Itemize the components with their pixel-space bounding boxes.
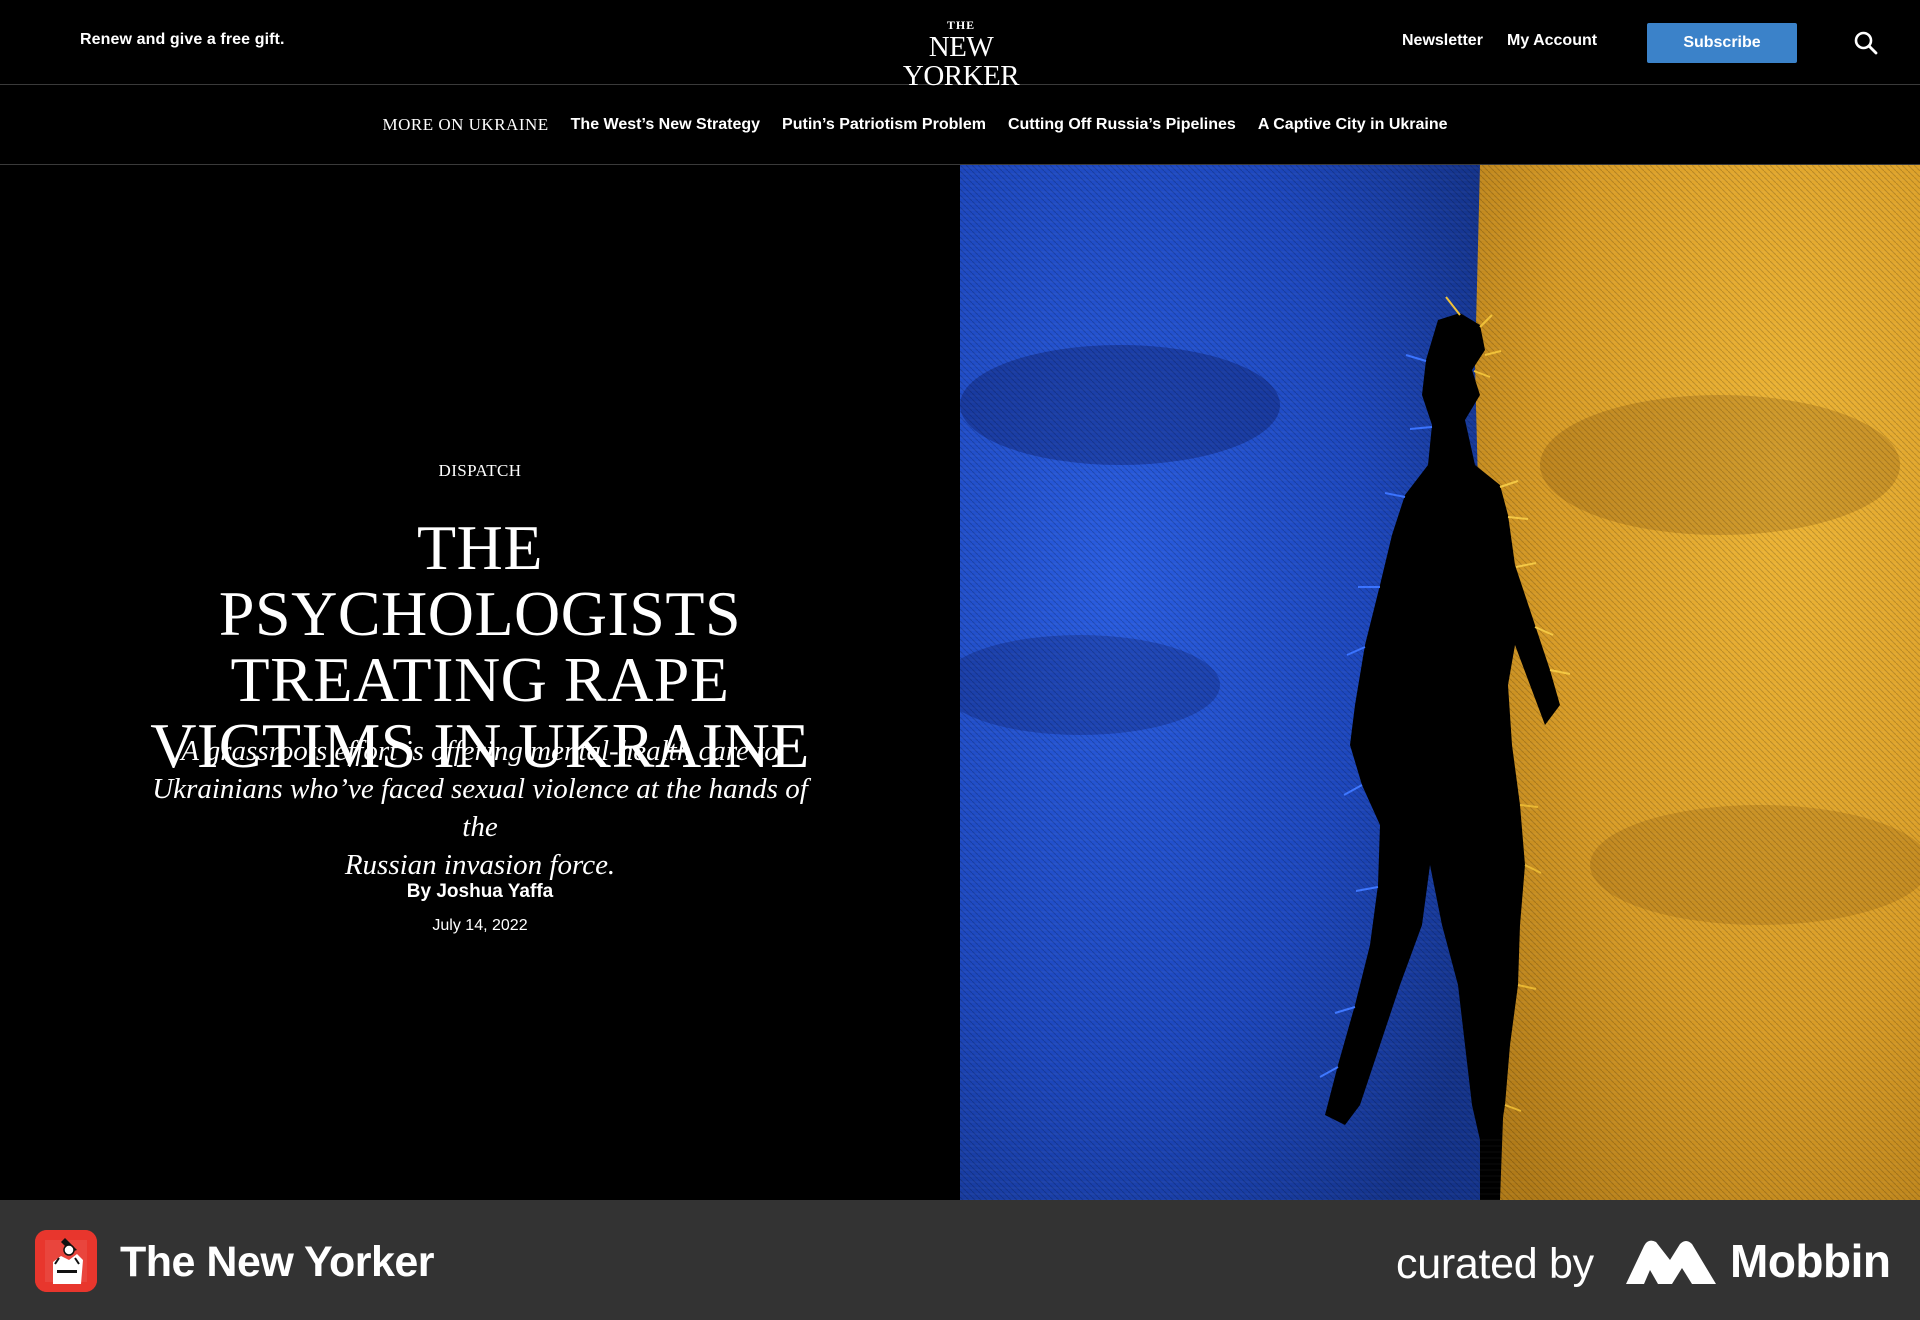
my-account-link[interactable]: My Account xyxy=(1507,32,1597,50)
curated-by-label: curated by xyxy=(1396,1240,1594,1288)
attribution-bar: The New Yorker curated by Mobbin xyxy=(0,1200,1920,1320)
subnav-item-cutting-off-pipelines[interactable]: Cutting Off Russia’s Pipelines xyxy=(1008,116,1236,134)
hero-text-panel: Dispatch The Psychologists Treating Rape… xyxy=(0,165,960,1200)
headline-line: The Psychologists xyxy=(218,512,742,649)
article-hero: Dispatch The Psychologists Treating Rape… xyxy=(0,165,1920,1200)
subnav-inner: More on Ukraine The West’s New Strategy … xyxy=(382,115,1447,135)
dek-line: A grassroots effort is offering mental-h… xyxy=(181,735,779,767)
hero-illustration xyxy=(960,165,1920,1200)
subnav-item-captive-city[interactable]: A Captive City in Ukraine xyxy=(1258,116,1448,134)
article-rubric[interactable]: Dispatch xyxy=(0,461,960,481)
renew-gift-link[interactable]: Renew and give a free gift. xyxy=(80,31,285,49)
top-header: Renew and give a free gift. THE NEW YORK… xyxy=(0,0,1920,91)
subscribe-button[interactable]: Subscribe xyxy=(1647,23,1797,63)
subnav-item-putins-patriotism-problem[interactable]: Putin’s Patriotism Problem xyxy=(782,116,986,134)
app-name: The New Yorker xyxy=(120,1238,435,1286)
newsletter-link[interactable]: Newsletter xyxy=(1402,32,1483,50)
subnav-label: More on Ukraine xyxy=(382,115,549,134)
new-yorker-app-icon xyxy=(35,1230,97,1292)
dek-line: Russian invasion force. xyxy=(344,849,616,881)
headline-line: Treating Rape xyxy=(230,644,730,715)
torn-flag-figure-image xyxy=(960,165,1920,1200)
mobbin-brand: Mobbin xyxy=(1730,1235,1891,1287)
author-link[interactable]: Joshua Yaffa xyxy=(436,881,553,902)
subnav-item-wests-new-strategy[interactable]: The West’s New Strategy xyxy=(571,116,760,134)
mobbin-logo-icon xyxy=(1626,1238,1716,1284)
logo-the: THE xyxy=(946,18,976,32)
search-icon[interactable] xyxy=(1853,30,1879,56)
more-on-ukraine-nav: More on Ukraine The West’s New Strategy … xyxy=(0,86,1920,165)
logo-name: NEW YORKER xyxy=(902,31,1020,92)
publish-date: July 14, 2022 xyxy=(432,917,528,934)
dek-line: Ukrainians who’ve faced sexual violence … xyxy=(152,773,808,843)
new-yorker-logo[interactable]: THE NEW YORKER xyxy=(878,18,1044,91)
byline-prefix: By xyxy=(406,881,432,902)
article-dek: A grassroots effort is offering mental-h… xyxy=(140,732,820,884)
article-byline: By Joshua Yaffa xyxy=(0,881,960,903)
